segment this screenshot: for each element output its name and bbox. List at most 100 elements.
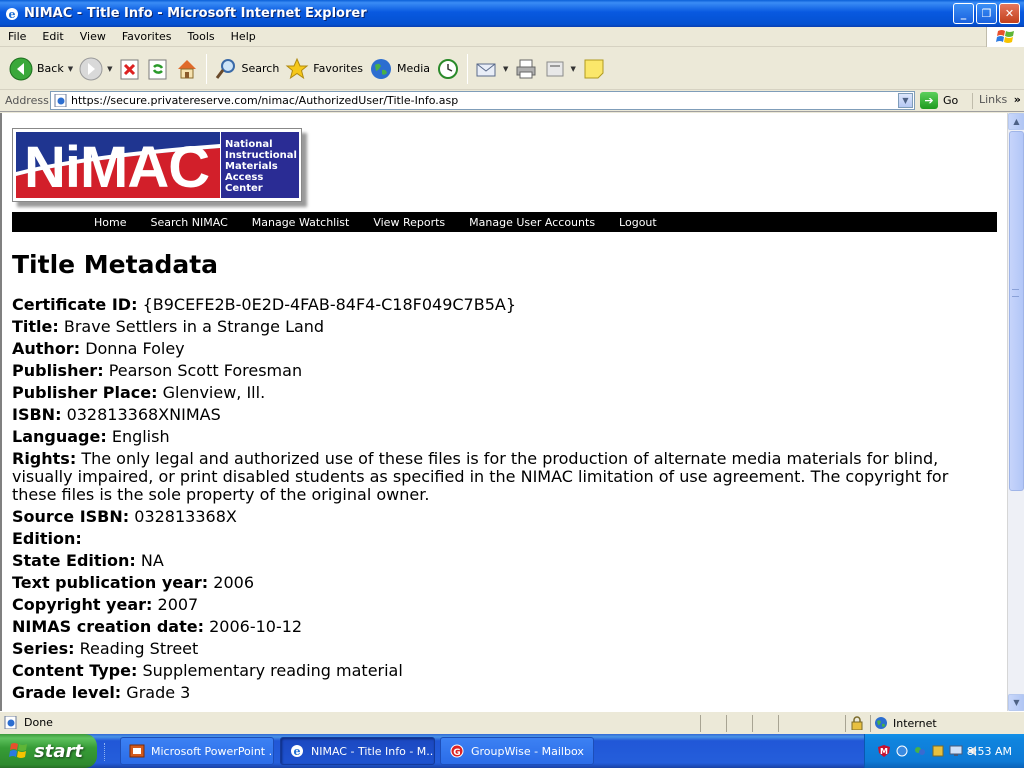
status-text-area: Done	[4, 716, 53, 729]
mail-dropdown-icon[interactable]: ▼	[503, 65, 508, 73]
svg-text:G: G	[453, 748, 460, 758]
menu-bar: File Edit View Favorites Tools Help	[0, 27, 1024, 47]
site-nav: Home Search NIMAC Manage Watchlist View …	[12, 212, 997, 232]
field-value: The only legal and authorized use of the…	[12, 449, 949, 504]
history-button[interactable]	[433, 51, 463, 87]
field-label: Text publication year:	[12, 573, 209, 592]
task-nimac-browser[interactable]: e NIMAC - Title Info - M...	[280, 737, 435, 765]
powerpoint-icon	[129, 744, 145, 758]
window-titlebar[interactable]: e NIMAC - Title Info - Microsoft Interne…	[0, 0, 1024, 27]
field-label: Title:	[12, 317, 59, 336]
field-label: ISBN:	[12, 405, 62, 424]
back-arrow-icon	[9, 57, 33, 80]
chevron-right-icon: »	[1013, 93, 1021, 106]
stop-button[interactable]	[116, 51, 144, 87]
antivirus-shield-icon[interactable]: M	[877, 744, 891, 758]
field-label: Certificate ID:	[12, 295, 138, 314]
address-url: https://secure.privatereserve.com/nimac/…	[71, 94, 459, 107]
network-icon[interactable]	[895, 744, 909, 758]
print-button[interactable]	[511, 51, 541, 87]
edit-button[interactable]: ▼	[541, 51, 578, 87]
nav-home[interactable]: Home	[94, 216, 126, 229]
history-clock-icon	[438, 58, 459, 79]
favorites-button[interactable]: Favorites	[282, 51, 366, 87]
field-value: 032813368XNIMAS	[66, 405, 221, 424]
logo-line: National	[225, 139, 273, 150]
field-label: Content Type:	[12, 661, 138, 680]
start-button[interactable]: start	[0, 734, 97, 768]
sticky-note-icon	[584, 59, 604, 78]
media-button[interactable]: Media	[366, 51, 433, 87]
address-dropdown-icon[interactable]: ▼	[898, 93, 913, 108]
field-value: 2006	[213, 573, 254, 592]
clock[interactable]: 8:53 AM	[967, 745, 1012, 758]
status-text: Done	[24, 716, 53, 729]
search-button[interactable]: Search	[211, 51, 283, 87]
quicklaunch-separator[interactable]	[104, 743, 107, 761]
menu-tools[interactable]: Tools	[180, 30, 223, 43]
close-button[interactable]: ✕	[999, 3, 1020, 24]
discuss-button[interactable]	[579, 51, 609, 87]
edit-dropdown-icon[interactable]: ▼	[570, 65, 575, 73]
scroll-up-icon[interactable]: ▲	[1008, 113, 1024, 130]
security-icon[interactable]	[931, 744, 945, 758]
page-title: Title Metadata	[12, 250, 219, 279]
field-language: Language: English	[12, 428, 992, 450]
field-value: Grade 3	[126, 683, 191, 702]
stop-icon	[120, 59, 138, 79]
nav-logout[interactable]: Logout	[619, 216, 657, 229]
printer-icon	[516, 59, 536, 78]
system-tray: M 8:53 AM	[864, 734, 1024, 768]
menu-favorites[interactable]: Favorites	[114, 30, 180, 43]
menu-help[interactable]: Help	[223, 30, 264, 43]
scrollbar-thumb[interactable]	[1009, 131, 1024, 491]
nav-search-nimac[interactable]: Search NIMAC	[150, 216, 227, 229]
nimac-logo[interactable]: NiMAC National Instructional Materials A…	[12, 128, 302, 202]
edit-page-icon	[546, 61, 564, 76]
field-value: Reading Street	[79, 639, 199, 658]
forward-button[interactable]: ▼	[76, 51, 115, 87]
field-text-publication-year: Text publication year: 2006	[12, 574, 992, 596]
home-button[interactable]	[172, 51, 202, 87]
page-done-icon	[4, 716, 17, 729]
back-dropdown-icon[interactable]: ▼	[68, 65, 73, 73]
logo-line: Access	[225, 172, 264, 183]
logo-line: Materials	[225, 161, 278, 172]
address-input[interactable]: https://secure.privatereserve.com/nimac/…	[50, 91, 915, 110]
messenger-icon[interactable]	[913, 744, 927, 758]
task-powerpoint[interactable]: Microsoft PowerPoint ...	[120, 737, 274, 765]
links-toolbar[interactable]: Links »	[972, 93, 1021, 109]
display-icon[interactable]	[949, 744, 963, 758]
nav-view-reports[interactable]: View Reports	[373, 216, 445, 229]
menu-file[interactable]: File	[0, 30, 34, 43]
scroll-down-icon[interactable]: ▼	[1008, 694, 1024, 711]
field-value: {B9CEFE2B-0E2D-4FAB-84F4-C18F049C7B5A}	[142, 295, 517, 314]
restore-button[interactable]: ❐	[976, 3, 997, 24]
task-groupwise[interactable]: G GroupWise - Mailbox	[440, 737, 594, 765]
field-label: NIMAS creation date:	[12, 617, 204, 636]
field-value: 032813368X	[134, 507, 237, 526]
field-content-type: Content Type: Supplementary reading mate…	[12, 662, 992, 684]
menu-edit[interactable]: Edit	[34, 30, 71, 43]
forward-dropdown-icon[interactable]: ▼	[107, 65, 112, 73]
menu-view[interactable]: View	[72, 30, 114, 43]
field-value: Donna Foley	[85, 339, 185, 358]
nav-manage-user-accounts[interactable]: Manage User Accounts	[469, 216, 595, 229]
start-label: start	[34, 740, 83, 762]
back-button[interactable]: Back ▼	[6, 51, 76, 87]
refresh-button[interactable]	[144, 51, 172, 87]
refresh-icon	[148, 59, 166, 79]
vertical-scrollbar[interactable]: ▲ ▼	[1007, 113, 1024, 711]
home-icon	[177, 59, 196, 78]
mail-button[interactable]: ▼	[472, 51, 511, 87]
internet-explorer-icon: e	[6, 7, 18, 21]
go-button[interactable]: ➔ Go	[920, 92, 958, 109]
go-label: Go	[943, 94, 959, 107]
padlock-icon	[851, 716, 863, 730]
nav-manage-watchlist[interactable]: Manage Watchlist	[252, 216, 350, 229]
field-grade-level: Grade level: Grade 3	[12, 684, 992, 706]
internet-zone-globe-icon	[875, 717, 887, 729]
field-state-edition: State Edition: NA	[12, 552, 992, 574]
task-label: GroupWise - Mailbox	[471, 744, 584, 758]
minimize-button[interactable]: _	[953, 3, 974, 24]
